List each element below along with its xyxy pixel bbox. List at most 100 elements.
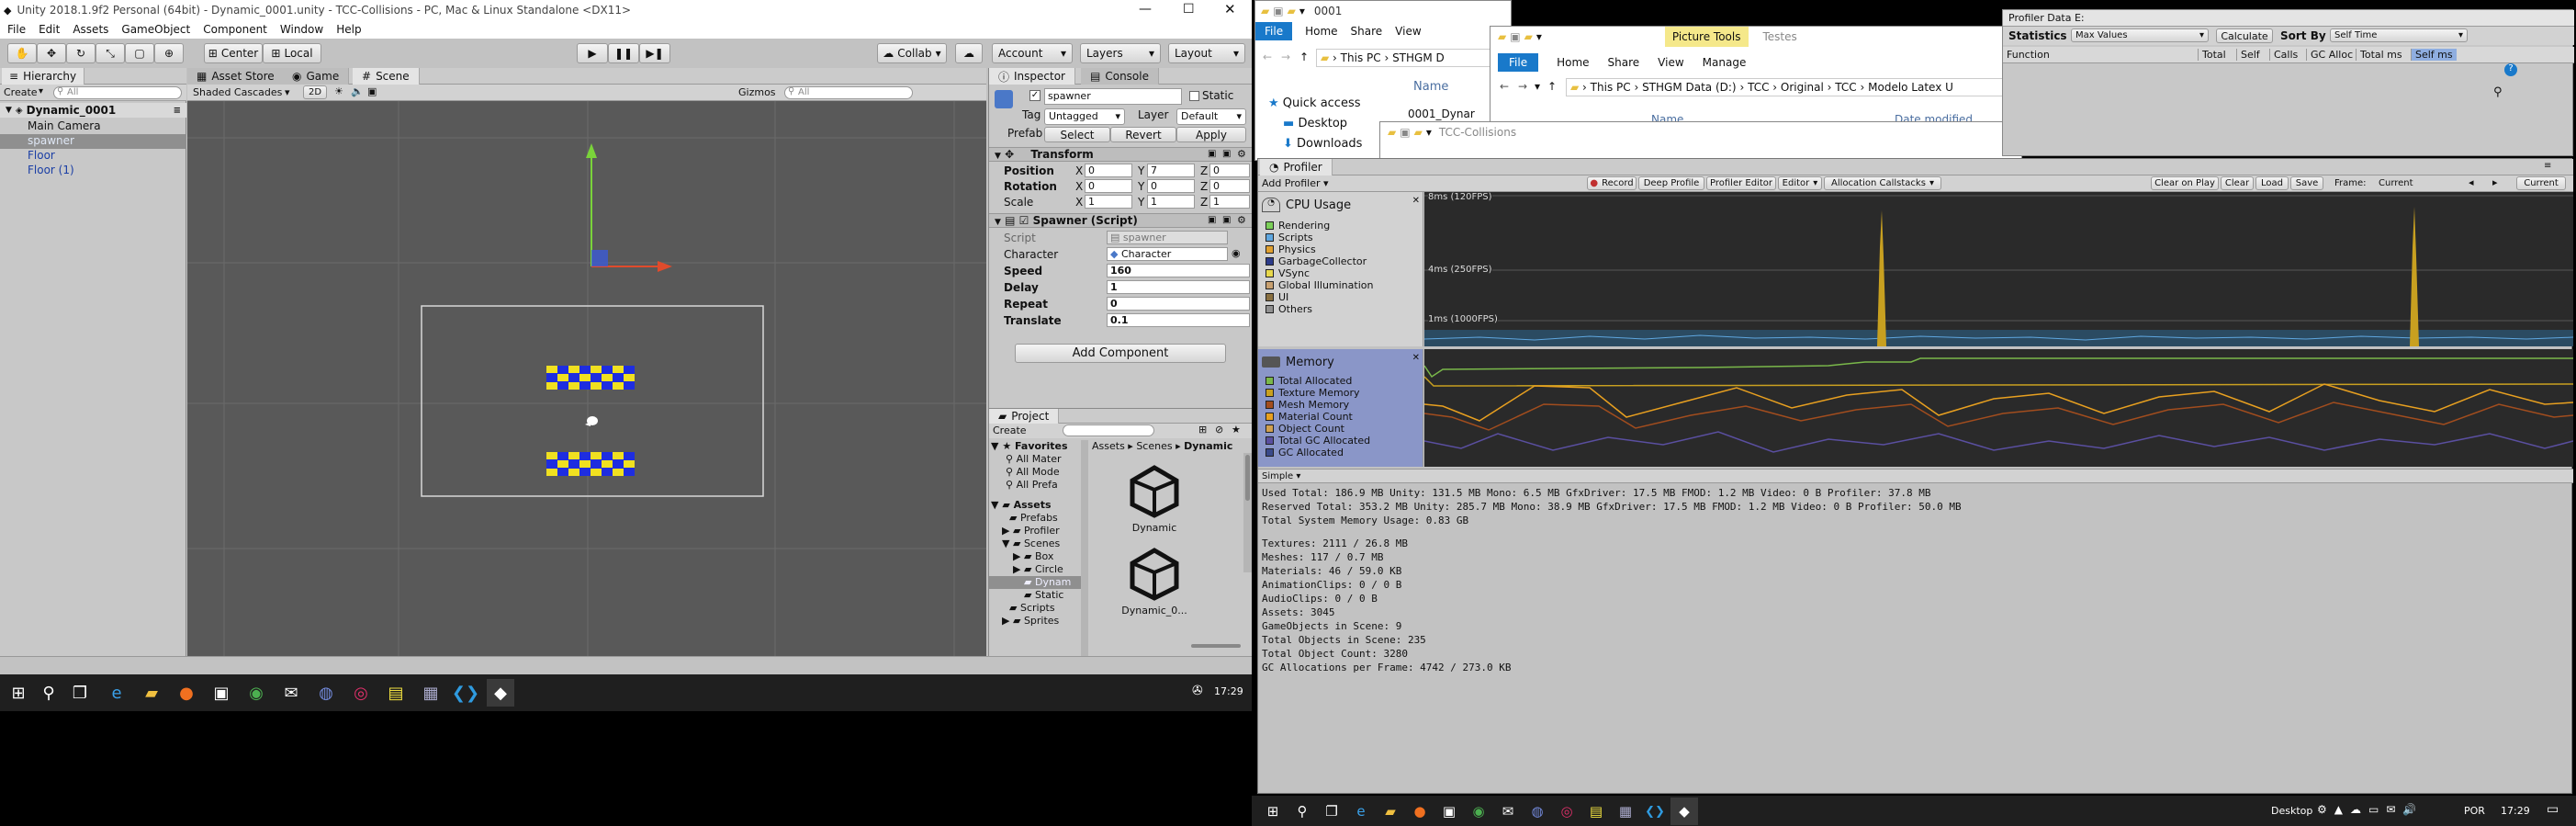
calculate-button[interactable]: Calculate [2216, 28, 2273, 43]
explorer-address-bar[interactable]: ▰ › This PC › STHGM D [1316, 49, 1511, 67]
breadcrumb-dynamic[interactable]: Dynamic [1184, 440, 1232, 452]
ribbon-home-tab[interactable]: Home [1557, 56, 1589, 69]
discord-icon[interactable]: ◍ [1524, 798, 1551, 825]
menu-icon[interactable]: ≡ [2544, 161, 2551, 171]
help-icon[interactable]: ? [2504, 63, 2517, 76]
scale-tool-button[interactable]: ⤡ [96, 43, 125, 63]
search-icon[interactable]: ⚲ [2493, 85, 2503, 99]
folder-item-selected[interactable]: ▰ Dynam [989, 576, 1081, 589]
vscode-icon[interactable]: ❮❯ [452, 679, 479, 707]
menu-file[interactable]: File [7, 23, 26, 36]
close-icon[interactable]: ✕ [1224, 1, 1236, 17]
folder-item[interactable]: ▰ Prefabs [1009, 512, 1058, 524]
next-frame-icon[interactable]: ▸ [2492, 176, 2498, 188]
cpu-category-vsync[interactable]: VSync [1266, 267, 1310, 279]
picture-tools-tab[interactable]: Picture Tools [1664, 27, 1749, 47]
effects-icon[interactable]: ▣ [367, 85, 377, 97]
favorite-item[interactable]: ⚲ All Mode [1006, 466, 1060, 478]
pivot-center-button[interactable]: ⊞ Center [204, 43, 263, 63]
memory-category-total-gc[interactable]: Total GC Allocated [1266, 435, 1370, 447]
search-icon[interactable]: ⚲ [1288, 798, 1316, 825]
sticky-notes-icon[interactable]: ▤ [1582, 798, 1610, 825]
breadcrumb-assets[interactable]: Assets [1092, 440, 1125, 452]
chrome-icon[interactable]: ◉ [1465, 798, 1492, 825]
address-this-pc[interactable]: This PC [1341, 51, 1381, 64]
cpu-usage-header[interactable]: ◔ CPU Usage ✕ [1262, 196, 1420, 214]
prev-frame-icon[interactable]: ◂ [2469, 176, 2474, 188]
menu-component[interactable]: Component [203, 23, 267, 36]
close-icon[interactable]: ✕ [1412, 353, 1420, 363]
gear-icon[interactable]: ⚙ [1237, 148, 1246, 160]
memory-category-material[interactable]: Material Count [1266, 411, 1353, 423]
ribbon-file-tab[interactable]: File [1498, 53, 1539, 72]
help-icon[interactable]: ▣ [1208, 215, 1216, 225]
settings-icon[interactable]: ▣ [1222, 149, 1231, 159]
nav-desktop[interactable]: ▬ Desktop [1283, 117, 1347, 130]
ribbon-view-tab[interactable]: View [1395, 25, 1421, 38]
language-indicator[interactable]: POR [2464, 805, 2485, 817]
rotation-z-field[interactable]: 0 [1209, 179, 1250, 193]
cpu-category-others[interactable]: Others [1266, 303, 1312, 315]
position-z-field[interactable]: 0 [1209, 164, 1250, 177]
scene-search-input[interactable]: ⚲ All [784, 86, 913, 99]
start-icon[interactable]: ⊞ [1259, 798, 1287, 825]
play-button[interactable]: ▶ [577, 43, 608, 63]
record-button[interactable]: ● Record [1587, 176, 1637, 190]
scale-y-field[interactable]: 1 [1147, 195, 1195, 209]
tab-scene[interactable]: # Scene [353, 68, 420, 85]
ribbon-home-tab[interactable]: Home [1305, 25, 1337, 38]
memory-category-object[interactable]: Object Count [1266, 423, 1344, 435]
current-frame-button[interactable]: Current [2516, 176, 2566, 190]
minimize-icon[interactable]: — [1139, 2, 1152, 17]
icon-size-slider[interactable] [1191, 644, 1241, 648]
folder-item[interactable]: ▶ ▰ Profiler [1002, 525, 1060, 537]
network-app-icon[interactable]: ▦ [1612, 798, 1639, 825]
rotation-y-field[interactable]: 0 [1147, 179, 1195, 193]
tab-inspector[interactable]: ⓘ Inspector [989, 68, 1075, 85]
pause-button[interactable]: ❚❚ [608, 43, 639, 63]
cpu-category-rendering[interactable]: Rendering [1266, 220, 1330, 232]
memory-mode-dropdown[interactable]: Simple ▾ [1262, 471, 1300, 481]
cpu-category-ui[interactable]: UI [1266, 291, 1288, 303]
firefox-icon[interactable]: ● [1406, 798, 1434, 825]
folder-item[interactable]: ▶ ▰ Sprites [1002, 615, 1059, 627]
menu-icon[interactable]: ≡ [174, 106, 181, 116]
memory-chart[interactable] [1424, 349, 2573, 467]
menu-assets[interactable]: Assets [73, 23, 108, 36]
cpu-category-gi[interactable]: Global Illumination [1266, 279, 1373, 291]
step-button[interactable]: ▶❚ [639, 43, 670, 63]
assets-row[interactable]: ▼ ▰ Assets [991, 499, 1052, 511]
col-self-ms[interactable]: Self ms [2411, 49, 2457, 61]
tag-dropdown[interactable]: Untagged ▾ [1044, 108, 1125, 125]
store-icon[interactable]: ▣ [208, 679, 235, 707]
discord-icon[interactable]: ◍ [312, 679, 340, 707]
folder-item[interactable]: ▰ Scripts [1009, 602, 1055, 614]
lighting-icon[interactable]: ☀ [334, 85, 343, 97]
folder-item[interactable]: ▶ ▰ Circle [1013, 563, 1063, 575]
project-search-input[interactable] [1063, 424, 1154, 436]
help-icon[interactable]: ▣ [1208, 149, 1216, 159]
address-tcc-2[interactable]: TCC [1835, 81, 1856, 94]
profile-editor-button[interactable]: Profiler Editor [1706, 176, 1776, 190]
forward-arrow-icon[interactable]: → [1518, 80, 1527, 93]
ribbon-view-tab[interactable]: View [1658, 56, 1683, 69]
nav-quick-access[interactable]: ★ Quick access [1268, 96, 1361, 110]
folder-item[interactable]: ▰ Static [1024, 589, 1063, 601]
object-picker-icon[interactable]: ◉ [1232, 247, 1241, 259]
layer-dropdown[interactable]: Default ▾ [1176, 108, 1246, 125]
chevron-down-icon[interactable]: ▾ [1535, 80, 1540, 93]
start-icon[interactable]: ⊞ [5, 679, 32, 707]
task-view-icon[interactable]: ❐ [1318, 798, 1345, 825]
asset-file[interactable]: Dynamic_0... [1118, 547, 1191, 620]
tab-profiler[interactable]: ◔ Profiler [1260, 159, 1333, 175]
pivot-local-button[interactable]: ⊞ Local [263, 43, 321, 63]
memory-category-gc[interactable]: GC Allocated [1266, 447, 1344, 458]
allocation-callstacks-dropdown[interactable]: Allocation Callstacks ▾ [1824, 176, 1941, 190]
hand-tool-button[interactable]: ✋ [7, 43, 37, 63]
gizmos-dropdown[interactable]: Gizmos [738, 86, 776, 98]
back-arrow-icon[interactable]: ← [1263, 51, 1272, 63]
object-name-field[interactable]: spawner [1044, 88, 1182, 105]
tab-console[interactable]: ▤ Console [1081, 68, 1159, 85]
back-arrow-icon[interactable]: ← [1500, 80, 1509, 93]
mail-icon[interactable]: ✉ [1494, 798, 1522, 825]
